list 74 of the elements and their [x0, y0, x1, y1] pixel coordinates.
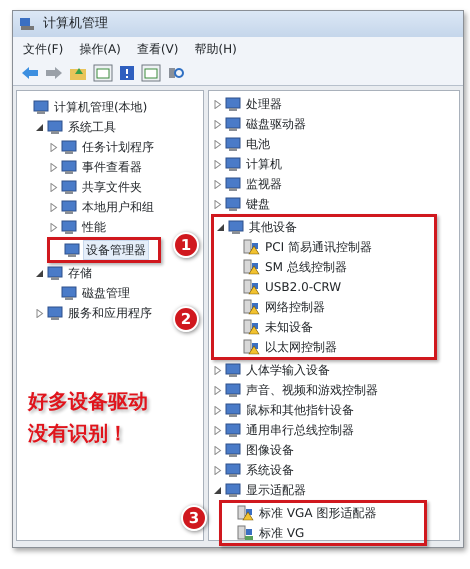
tree-item[interactable]: 通用串行总线控制器 — [244, 421, 356, 439]
expander-icon[interactable] — [216, 222, 225, 232]
device-icon — [225, 422, 241, 438]
tree-item[interactable]: 设备管理器 — [83, 240, 149, 260]
panel-icon[interactable] — [141, 64, 161, 82]
tree-item[interactable]: 显示适配器 — [244, 481, 308, 499]
device-icon — [61, 139, 77, 155]
tree-item[interactable]: 标准 VG — [257, 524, 306, 542]
expander-icon[interactable] — [35, 122, 44, 132]
device-icon — [225, 156, 241, 172]
tree-item[interactable]: 性能 — [80, 218, 108, 236]
device-icon — [225, 382, 241, 398]
tree-item[interactable]: 标准 VGA 图形适配器 — [257, 504, 378, 522]
menu-item[interactable]: 操作(A) — [79, 40, 121, 58]
device-icon — [225, 116, 241, 132]
device-icon — [47, 305, 63, 321]
device-icon — [228, 219, 244, 235]
window-title: 计算机管理 — [43, 15, 108, 34]
device-icon — [225, 96, 241, 112]
menu-item[interactable]: 文件(F) — [23, 40, 64, 58]
tree-item[interactable]: 计算机 — [244, 155, 284, 173]
tree-item[interactable]: 声音、视频和游戏控制器 — [244, 381, 380, 399]
tree-item[interactable]: 电池 — [244, 135, 272, 153]
tree-item[interactable]: 共享文件夹 — [80, 178, 144, 196]
tree-item[interactable]: 网络控制器 — [263, 298, 327, 316]
device-icon — [225, 362, 241, 378]
forward-icon[interactable] — [45, 66, 63, 80]
annotation-text: 没有识别！ — [28, 420, 129, 447]
device-icon — [225, 462, 241, 478]
tree-item[interactable]: 磁盘驱动器 — [244, 115, 308, 133]
tree-item[interactable]: 图像设备 — [244, 441, 296, 459]
tree-item[interactable]: SM 总线控制器 — [263, 258, 349, 276]
tree-item[interactable]: 任务计划程序 — [80, 138, 156, 156]
expander-icon[interactable] — [35, 268, 44, 278]
tree-item[interactable]: USB2.0-CRW — [263, 278, 344, 296]
device-icon — [33, 99, 49, 115]
tree-item[interactable]: 处理器 — [244, 95, 284, 113]
tree-item[interactable]: 监视器 — [244, 175, 284, 193]
tree-item[interactable]: PCI 简易通讯控制器 — [263, 238, 374, 256]
device-icon — [47, 265, 63, 281]
tree-item[interactable]: 以太网控制器 — [263, 338, 339, 356]
tree-item[interactable]: 存储 — [66, 264, 94, 282]
tree-item[interactable]: 系统工具 — [66, 118, 118, 136]
tree-item[interactable]: 磁盘管理 — [80, 284, 132, 302]
device-icon — [61, 219, 77, 235]
tree-item[interactable]: 未知设备 — [263, 318, 315, 336]
device-icon — [61, 159, 77, 175]
device-icon — [225, 196, 241, 212]
computer-management-icon — [19, 17, 35, 31]
tree-item[interactable]: 其他设备 — [247, 218, 299, 236]
tree-item[interactable]: 本地用户和组 — [80, 198, 156, 216]
device-icon — [225, 402, 241, 418]
device-icon — [64, 242, 80, 258]
tree-item[interactable]: 鼠标和其他指针设备 — [244, 401, 356, 419]
device-icon — [61, 199, 77, 215]
tree-item[interactable]: 计算机管理(本地) — [52, 98, 150, 116]
expander-icon[interactable] — [213, 486, 222, 494]
back-icon[interactable] — [21, 66, 39, 80]
device-icon — [61, 179, 77, 195]
device-icon — [225, 482, 241, 498]
tree-item[interactable]: 事件查看器 — [80, 158, 144, 176]
device-icon — [225, 136, 241, 152]
menu-item[interactable]: 查看(V) — [136, 40, 178, 58]
tree-item[interactable]: 服务和应用程序 — [66, 304, 154, 322]
device-icon — [225, 176, 241, 192]
device-icon — [47, 119, 63, 135]
tree-item[interactable]: 系统设备 — [244, 461, 296, 479]
device-icon — [225, 442, 241, 458]
tree-item[interactable]: 键盘 — [244, 195, 272, 213]
device-icon — [61, 285, 77, 301]
annotation-text: 好多设备驱动 — [28, 388, 148, 415]
panel-icon[interactable] — [93, 64, 113, 82]
menu-item[interactable]: 帮助(H) — [194, 40, 237, 58]
tree-item[interactable]: 人体学输入设备 — [244, 361, 332, 379]
